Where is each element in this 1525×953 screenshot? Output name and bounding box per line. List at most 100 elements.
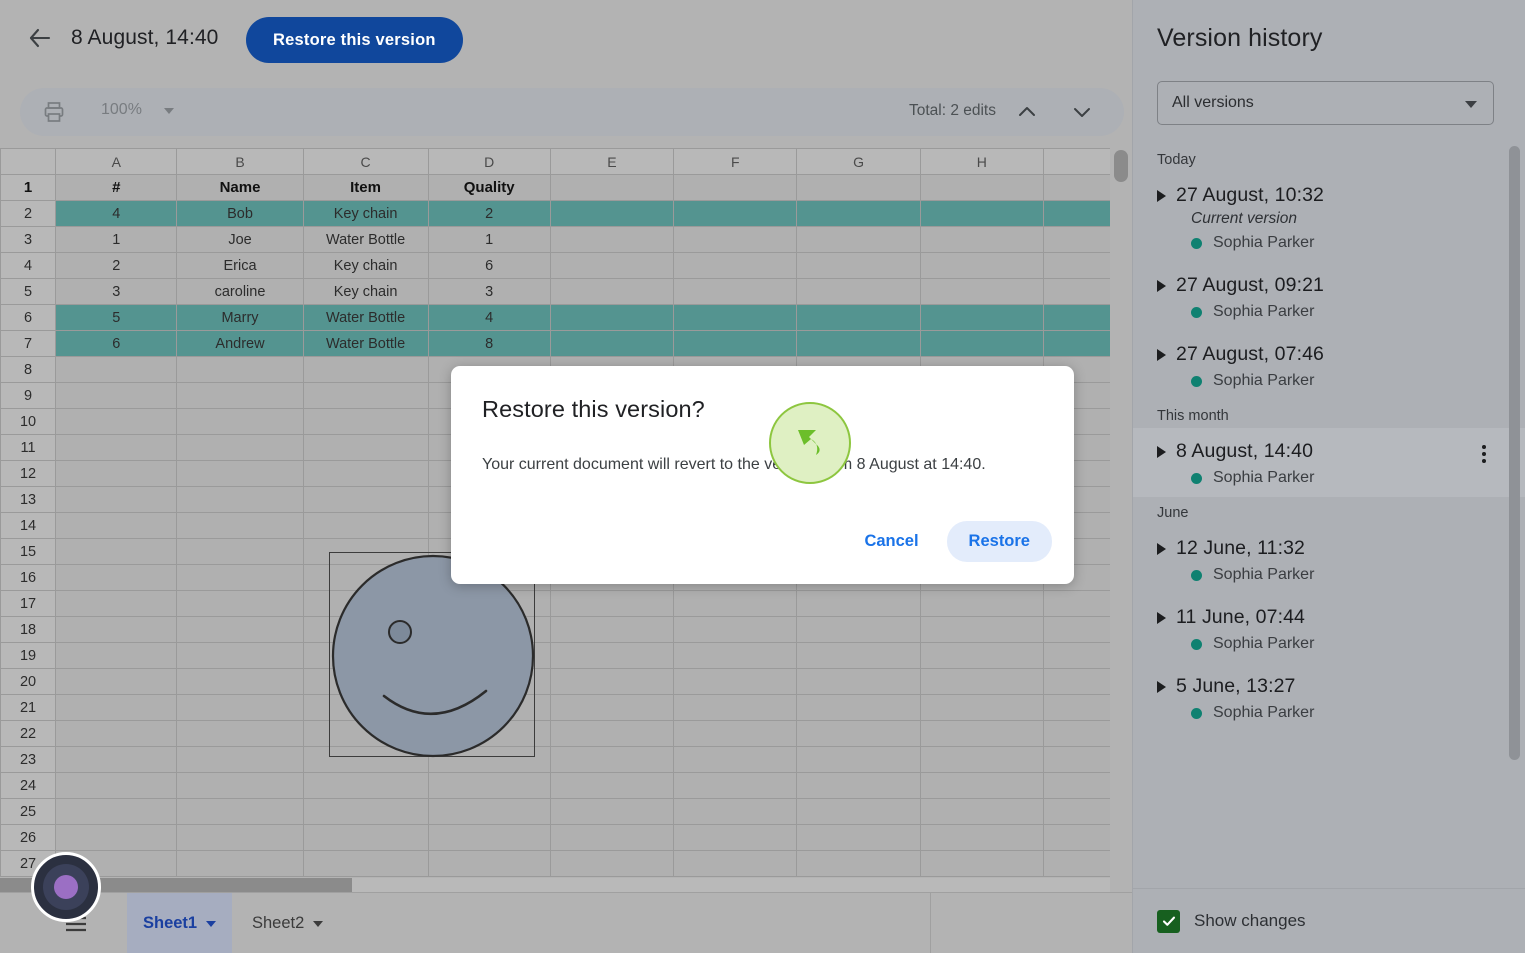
column-header-g[interactable]: G <box>796 148 921 175</box>
cell[interactable]: caroline <box>176 278 304 305</box>
chevron-down-icon[interactable] <box>206 920 217 927</box>
cell[interactable] <box>55 642 178 669</box>
row-header[interactable]: 1 <box>0 174 57 201</box>
row-header[interactable]: 5 <box>0 278 57 305</box>
cell[interactable] <box>176 356 304 383</box>
cell[interactable] <box>549 668 675 695</box>
expand-arrow-icon[interactable] <box>1157 279 1166 292</box>
cell[interactable] <box>919 720 1044 747</box>
row-header[interactable]: 10 <box>0 408 57 435</box>
cell[interactable]: 6 <box>55 330 178 357</box>
cell[interactable] <box>673 174 798 201</box>
cell[interactable] <box>176 824 304 851</box>
version-list[interactable]: Today 27 August, 10:32 Current version Soph… <box>1133 144 1525 888</box>
cell[interactable] <box>55 538 178 565</box>
cell[interactable]: Key chain <box>302 200 429 227</box>
cell[interactable] <box>549 252 675 279</box>
table-row[interactable]: 2 4 Bob Key chain 2 <box>0 200 1132 227</box>
cell[interactable] <box>302 824 429 851</box>
next-edit-chevron-down-icon[interactable] <box>1069 100 1095 124</box>
row-header[interactable]: 3 <box>0 226 57 253</box>
cell[interactable] <box>176 512 304 539</box>
cell[interactable] <box>919 798 1044 825</box>
cell[interactable] <box>55 512 178 539</box>
cell[interactable] <box>55 408 178 435</box>
cell[interactable]: 8 <box>427 330 551 357</box>
version-list-item[interactable]: 11 June, 07:44 Sophia Parker <box>1133 594 1525 663</box>
table-row[interactable]: 1 # Name Item Quality <box>0 174 1132 201</box>
cell[interactable] <box>919 772 1044 799</box>
cell[interactable] <box>796 824 921 851</box>
print-icon[interactable] <box>42 100 66 124</box>
cell[interactable] <box>176 434 304 461</box>
cell[interactable] <box>919 252 1044 279</box>
cell[interactable] <box>549 850 675 877</box>
expand-arrow-icon[interactable] <box>1157 680 1166 693</box>
row-header[interactable]: 2 <box>0 200 57 227</box>
expand-arrow-icon[interactable] <box>1157 542 1166 555</box>
version-list-item[interactable]: 8 August, 14:40 Sophia Parker <box>1133 428 1525 497</box>
cell[interactable] <box>55 616 178 643</box>
cell[interactable] <box>673 720 798 747</box>
cell[interactable]: 3 <box>427 278 551 305</box>
cell[interactable] <box>919 200 1044 227</box>
cell[interactable] <box>673 824 798 851</box>
cell[interactable]: Name <box>176 174 304 201</box>
cell[interactable] <box>302 850 429 877</box>
row-header[interactable]: 9 <box>0 382 57 409</box>
cell[interactable] <box>919 226 1044 253</box>
cell[interactable] <box>919 668 1044 695</box>
table-row[interactable]: 21 <box>0 694 1132 721</box>
version-list-scrollbar-thumb[interactable] <box>1509 146 1520 760</box>
cell[interactable] <box>302 408 429 435</box>
cell[interactable]: 1 <box>55 226 178 253</box>
cell[interactable] <box>796 850 921 877</box>
cell[interactable] <box>176 564 304 591</box>
cell[interactable] <box>673 226 798 253</box>
table-row[interactable]: 7 6 Andrew Water Bottle 8 <box>0 330 1132 357</box>
cell[interactable] <box>176 642 304 669</box>
cell[interactable] <box>919 304 1044 331</box>
cell[interactable] <box>302 772 429 799</box>
cell[interactable] <box>796 278 921 305</box>
expand-arrow-icon[interactable] <box>1157 189 1166 202</box>
cell[interactable] <box>55 668 178 695</box>
expand-arrow-icon[interactable] <box>1157 445 1166 458</box>
cell[interactable] <box>796 746 921 773</box>
cell[interactable] <box>55 798 178 825</box>
row-header[interactable]: 8 <box>0 356 57 383</box>
cell[interactable] <box>302 382 429 409</box>
cell[interactable] <box>673 616 798 643</box>
cell[interactable] <box>549 304 675 331</box>
cell[interactable] <box>55 564 178 591</box>
cell[interactable]: 3 <box>55 278 178 305</box>
version-list-item[interactable]: 5 June, 13:27 Sophia Parker <box>1133 663 1525 732</box>
expand-arrow-icon[interactable] <box>1157 611 1166 624</box>
cell[interactable] <box>673 850 798 877</box>
cell[interactable] <box>673 278 798 305</box>
cell[interactable] <box>427 798 551 825</box>
cell[interactable] <box>796 252 921 279</box>
table-row[interactable]: 4 2 Erica Key chain 6 <box>0 252 1132 279</box>
column-header-b[interactable]: B <box>176 148 304 175</box>
chevron-down-icon[interactable] <box>1465 101 1477 108</box>
cell[interactable] <box>919 590 1044 617</box>
row-header[interactable]: 26 <box>0 824 57 851</box>
cell[interactable] <box>55 382 178 409</box>
cell[interactable] <box>549 590 675 617</box>
cell[interactable] <box>673 798 798 825</box>
cell[interactable] <box>796 200 921 227</box>
cell[interactable] <box>427 850 551 877</box>
table-row[interactable]: 24 <box>0 772 1132 799</box>
cell[interactable]: Water Bottle <box>302 304 429 331</box>
cell[interactable]: Andrew <box>176 330 304 357</box>
cell[interactable] <box>673 330 798 357</box>
cell[interactable] <box>549 226 675 253</box>
row-header[interactable]: 7 <box>0 330 57 357</box>
column-header-d[interactable]: D <box>427 148 551 175</box>
cell[interactable] <box>176 720 304 747</box>
cell[interactable] <box>919 330 1044 357</box>
row-header[interactable]: 24 <box>0 772 57 799</box>
row-header[interactable]: 12 <box>0 460 57 487</box>
cell[interactable] <box>302 434 429 461</box>
